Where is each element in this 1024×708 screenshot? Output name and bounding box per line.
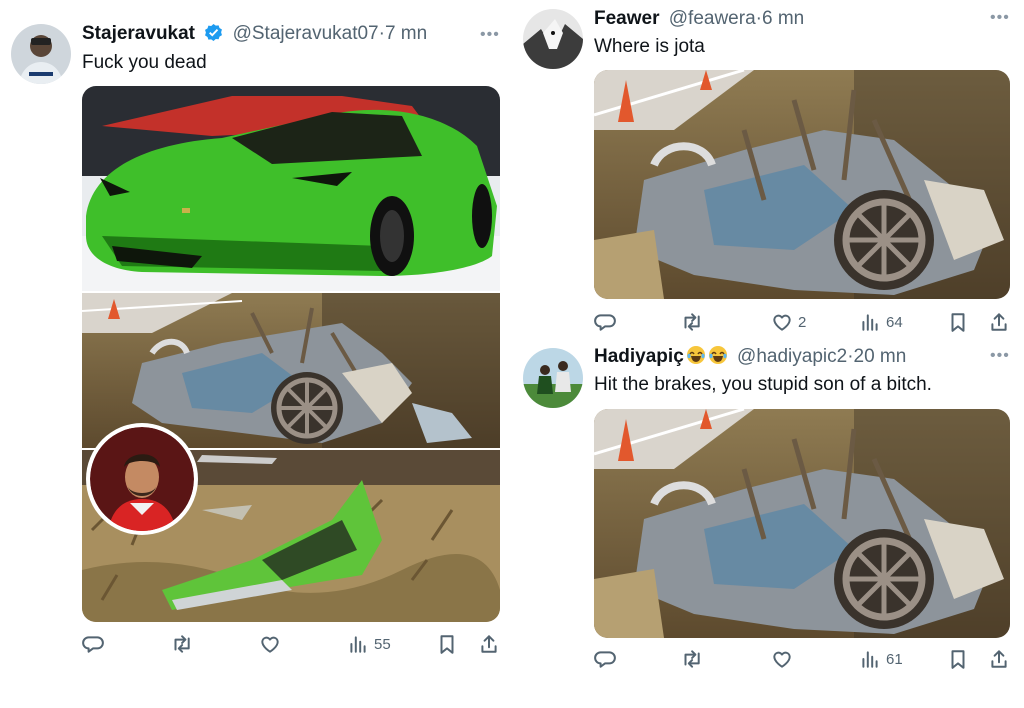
- tweet-text: Hit the brakes, you stupid son of a bitc…: [594, 374, 932, 395]
- timestamp[interactable]: 20 mn: [854, 346, 907, 367]
- avatar[interactable]: [11, 24, 71, 84]
- car-image: [82, 86, 500, 291]
- portrait-inset: [86, 423, 198, 535]
- avatar[interactable]: [523, 9, 583, 69]
- reply-button[interactable]: [594, 648, 621, 670]
- views-button[interactable]: 55: [347, 633, 391, 655]
- reply-button[interactable]: [594, 311, 621, 333]
- bookmark-icon: [951, 650, 965, 669]
- avatar[interactable]: [523, 348, 583, 408]
- views-button[interactable]: 61: [859, 648, 903, 670]
- verified-icon: [205, 23, 223, 42]
- laughing-emoji-icon: [686, 345, 706, 365]
- reply-icon: [594, 651, 616, 668]
- tweet-actions: 61: [594, 648, 1014, 674]
- retweet-button[interactable]: [170, 633, 197, 655]
- wreck-image: [594, 70, 1010, 299]
- handle[interactable]: @feawera: [669, 8, 756, 29]
- timestamp[interactable]: 6 mn: [762, 8, 804, 29]
- retweet-button[interactable]: [680, 648, 707, 670]
- more-icon[interactable]: •••: [480, 26, 500, 44]
- like-icon: [261, 636, 279, 653]
- tweet-text: Fuck you dead: [82, 52, 207, 73]
- tweet-feawer: Feawer @feawera·6 mn ••• Where is jota 2…: [512, 0, 1024, 340]
- like-icon: [773, 314, 791, 331]
- more-icon[interactable]: •••: [990, 9, 1010, 27]
- views-icon: [350, 636, 366, 653]
- tweet-media[interactable]: [82, 86, 500, 622]
- retweet-icon: [684, 313, 700, 331]
- like-icon: [773, 651, 791, 668]
- like-button[interactable]: [771, 648, 798, 670]
- share-icon: [991, 650, 1007, 668]
- more-icon[interactable]: •••: [990, 347, 1010, 365]
- wreck-image: [594, 409, 1010, 638]
- share-button[interactable]: [988, 648, 1010, 670]
- bookmark-button[interactable]: [436, 633, 458, 655]
- tweet-text: Where is jota: [594, 36, 705, 57]
- display-name[interactable]: Stajeravukat: [82, 23, 195, 44]
- tweet-media[interactable]: [594, 409, 1010, 638]
- share-button[interactable]: [478, 633, 500, 655]
- like-button[interactable]: [259, 633, 286, 655]
- views-button[interactable]: 64: [859, 311, 903, 333]
- tweet-header: Feawer @feawera·6 mn: [594, 8, 805, 29]
- retweet-icon: [174, 635, 190, 653]
- tweet-stajeravukat: Stajeravukat @Stajeravukat07·7 mn ••• Fu…: [0, 0, 510, 708]
- share-button[interactable]: [988, 311, 1010, 333]
- reply-icon: [594, 314, 616, 331]
- laughing-emoji-icon: [708, 345, 728, 365]
- reply-icon: [82, 636, 104, 653]
- bookmark-button[interactable]: [947, 311, 969, 333]
- handle[interactable]: @hadiyapic2: [737, 346, 847, 367]
- share-icon: [991, 313, 1007, 331]
- tweet-actions: 2 64: [594, 311, 1014, 337]
- handle[interactable]: @Stajeravukat07: [233, 23, 379, 44]
- tweet-hadiyapic: Hadiyapiç @hadiyapic2·20 mn ••• Hit the …: [512, 340, 1024, 708]
- tweet-header: Stajeravukat @Stajeravukat07·7 mn: [82, 23, 428, 44]
- retweet-icon: [684, 650, 700, 668]
- bookmark-button[interactable]: [947, 648, 969, 670]
- share-icon: [481, 635, 497, 653]
- reply-button[interactable]: [82, 633, 109, 655]
- display-name[interactable]: Hadiyapiç: [594, 346, 684, 367]
- tweet-header: Hadiyapiç @hadiyapic2·20 mn: [594, 345, 907, 367]
- timestamp[interactable]: 7 mn: [385, 23, 427, 44]
- retweet-button[interactable]: [680, 311, 707, 333]
- like-button[interactable]: 2: [771, 311, 806, 333]
- views-icon: [862, 651, 878, 668]
- bookmark-icon: [951, 313, 965, 332]
- bookmark-icon: [440, 635, 454, 654]
- views-icon: [862, 314, 878, 331]
- tweet-media[interactable]: [594, 70, 1010, 299]
- tweet-actions: 55: [82, 633, 502, 659]
- display-name[interactable]: Feawer: [594, 8, 659, 29]
